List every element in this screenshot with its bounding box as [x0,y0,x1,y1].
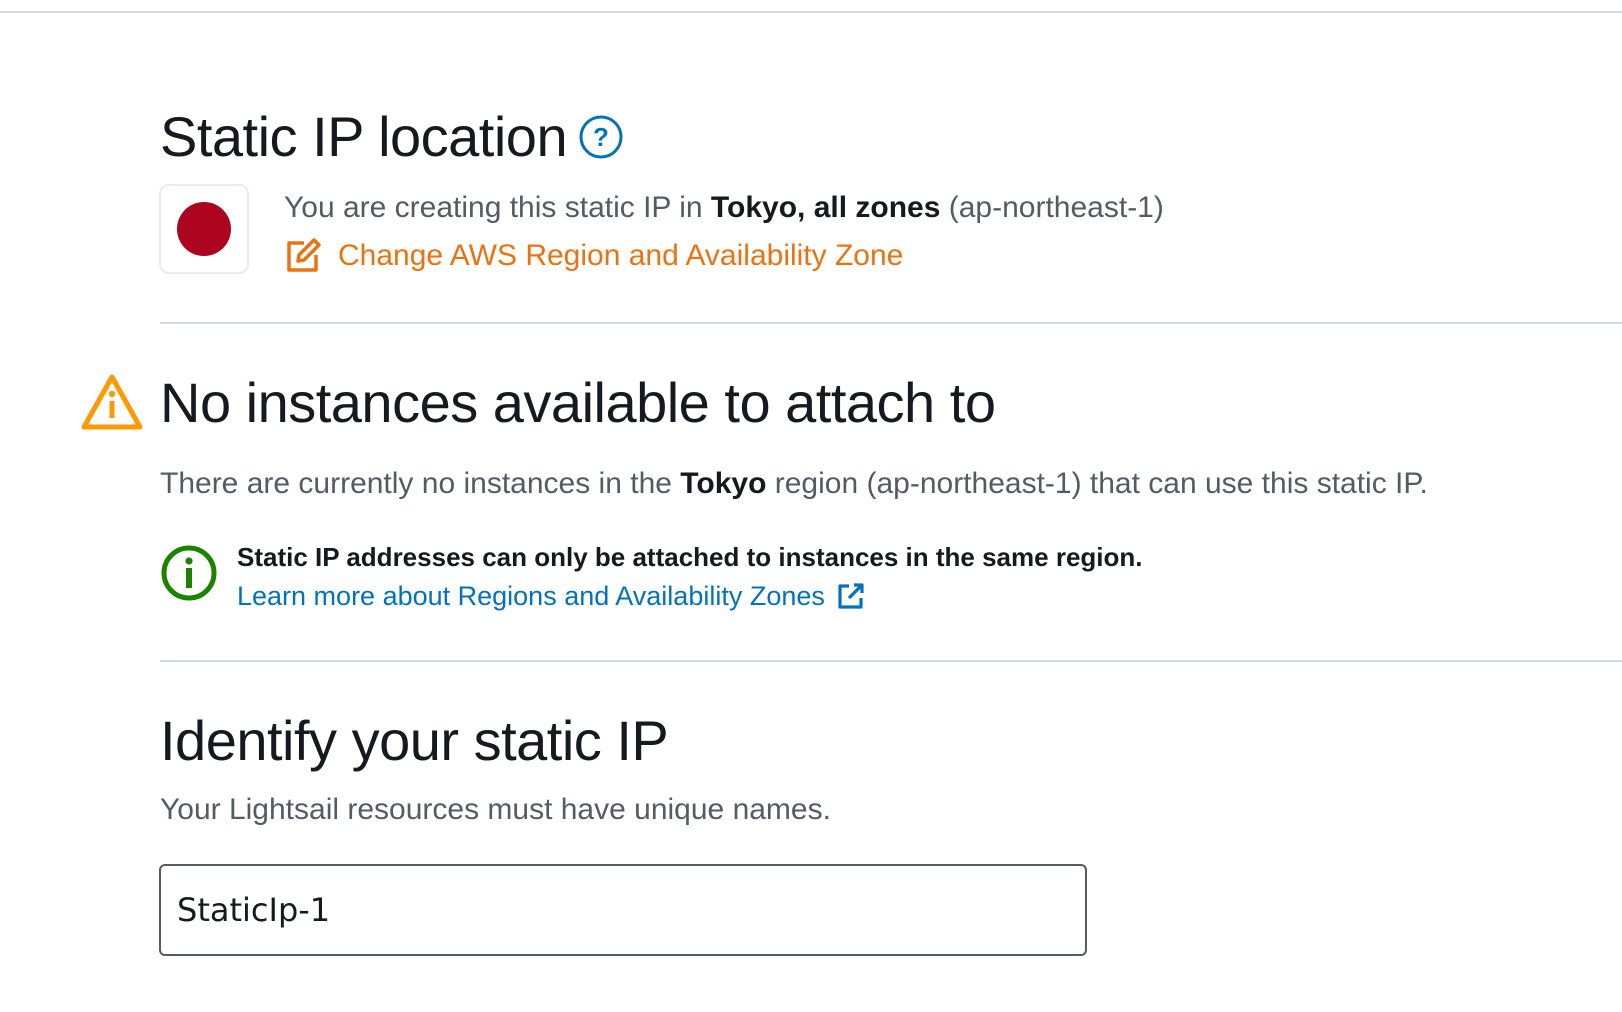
no-instances-description: There are currently no instances in the … [160,464,1428,504]
no-instances-desc-prefix: There are currently no instances in the [160,467,681,500]
create-static-ip-page: Static IP location ? You are creating th… [0,0,1622,1012]
static-ip-name-input[interactable] [159,864,1087,956]
flag-red-circle [177,202,231,256]
svg-text:?: ? [593,122,609,152]
location-description: You are creating this static IP in Tokyo… [284,188,1164,228]
help-circle-icon[interactable]: ? [579,115,623,159]
section-divider [160,660,1622,662]
info-icon [161,545,217,601]
warning-icon [81,374,143,430]
edit-icon [287,238,321,272]
external-link-icon [838,583,864,609]
no-instances-desc-region: Tokyo [680,467,767,500]
no-instances-desc-suffix: region (ap-northeast-1) that can use thi… [766,467,1428,500]
change-region-link-label: Change AWS Region and Availability Zone [338,239,904,272]
learn-more-link-label: Learn more about Regions and Availabilit… [237,581,825,611]
japan-flag-icon [159,184,249,274]
location-text-prefix: You are creating this static IP in [284,191,711,224]
top-divider [0,11,1622,13]
section-divider [160,322,1622,324]
location-region-code: (ap-northeast-1) [940,191,1164,224]
location-title: Static IP location [160,105,568,168]
identify-description: Your Lightsail resources must have uniqu… [160,793,831,826]
identify-title: Identify your static IP [160,709,669,772]
info-message: Static IP addresses can only be attached… [237,542,1143,572]
location-region-name: Tokyo, all zones [710,191,941,224]
location-header: Static IP location ? [160,104,623,170]
change-region-link[interactable]: Change AWS Region and Availability Zone [284,236,903,276]
no-instances-title: No instances available to attach to [160,371,996,434]
learn-more-regions-link[interactable]: Learn more about Regions and Availabilit… [237,578,865,614]
